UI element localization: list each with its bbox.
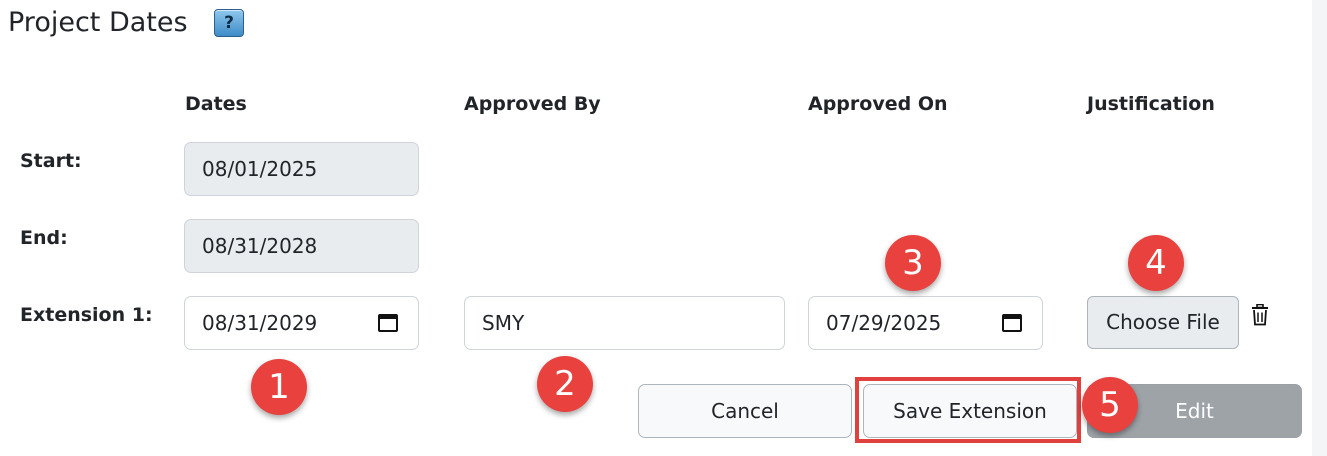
choose-file-button[interactable]: Choose File [1087, 296, 1239, 349]
calendar-icon[interactable] [1002, 314, 1022, 332]
approved-on-date-input[interactable]: 07/29/2025 [808, 296, 1043, 350]
step-marker-1: 1 [251, 359, 307, 415]
column-header-approved-by: Approved By [464, 93, 601, 115]
trash-icon[interactable] [1250, 304, 1270, 326]
extension-label: Extension 1: [20, 304, 153, 326]
page-title: Project Dates [8, 7, 188, 38]
end-date-field: 08/31/2028 [184, 219, 419, 273]
start-date-field: 08/01/2025 [184, 142, 419, 196]
start-date-value: 08/01/2025 [202, 157, 318, 181]
step-marker-2: 2 [537, 356, 593, 412]
column-header-dates: Dates [185, 93, 247, 115]
start-label: Start: [20, 150, 82, 172]
extension-date-value: 08/31/2029 [202, 311, 318, 335]
approved-on-value: 07/29/2025 [826, 311, 942, 335]
save-extension-button[interactable]: Save Extension [863, 384, 1077, 438]
column-header-justification: Justification [1087, 93, 1215, 115]
cancel-button[interactable]: Cancel [638, 384, 852, 438]
end-date-value: 08/31/2028 [202, 234, 318, 258]
approved-by-input[interactable]: SMY [464, 296, 785, 350]
approved-by-value: SMY [482, 311, 525, 335]
extension-date-input[interactable]: 08/31/2029 [184, 296, 419, 350]
step-marker-5: 5 [1082, 377, 1138, 433]
help-icon[interactable]: ? [214, 9, 244, 37]
end-label: End: [20, 227, 68, 249]
scrollbar-gutter [1312, 0, 1327, 456]
step-marker-3: 3 [885, 235, 941, 291]
step-marker-4: 4 [1128, 235, 1184, 291]
calendar-icon[interactable] [378, 314, 398, 332]
column-header-approved-on: Approved On [808, 93, 948, 115]
